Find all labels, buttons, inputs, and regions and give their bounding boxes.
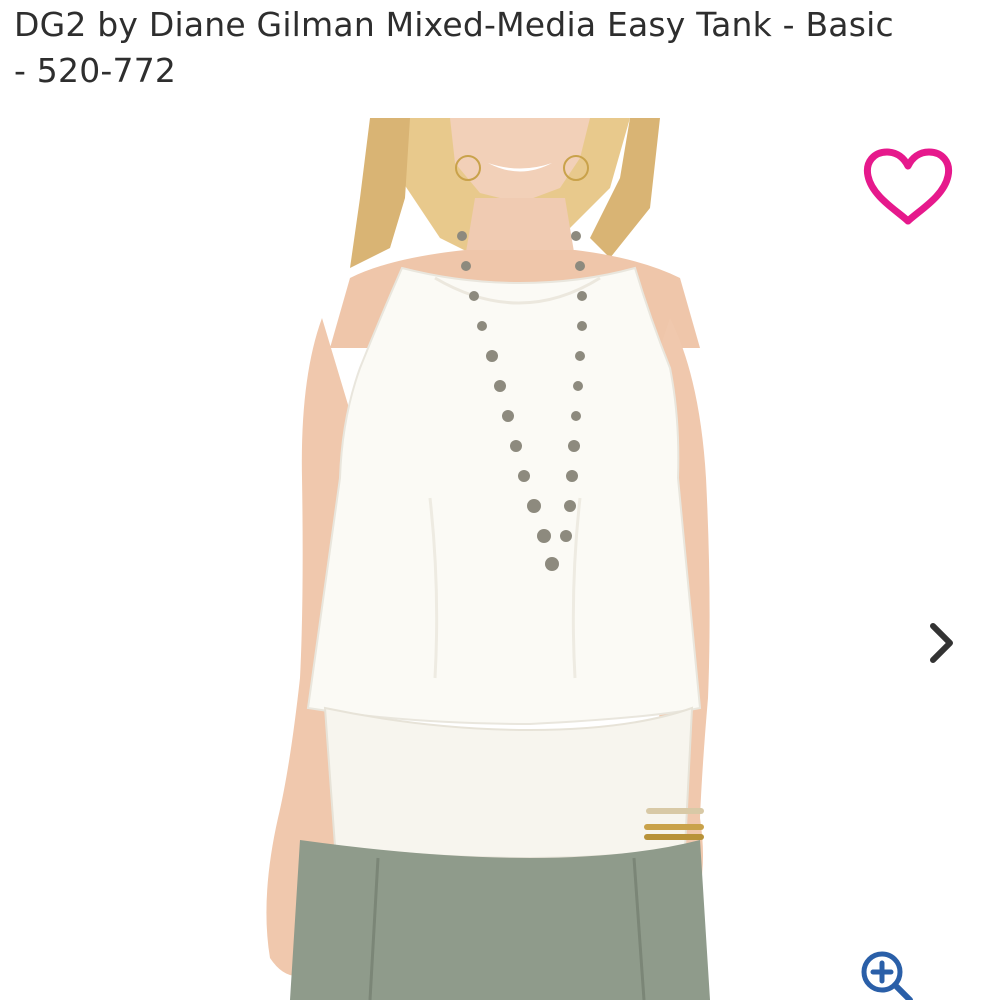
heart-outline-icon	[863, 148, 953, 225]
zoom-button[interactable]	[852, 944, 922, 1000]
zoom-in-icon	[861, 951, 913, 1000]
product-title: DG2 by Diane Gilman Mixed-Media Easy Tan…	[14, 2, 974, 94]
favorite-button[interactable]	[860, 148, 956, 228]
product-page: DG2 by Diane Gilman Mixed-Media Easy Tan…	[0, 0, 1000, 1000]
product-title-line-2: - 520-772	[14, 51, 177, 90]
product-title-line-1: DG2 by Diane Gilman Mixed-Media Easy Tan…	[14, 5, 894, 44]
chevron-right-icon	[930, 623, 953, 663]
product-image[interactable]	[230, 118, 750, 1000]
next-image-button[interactable]	[918, 612, 968, 674]
